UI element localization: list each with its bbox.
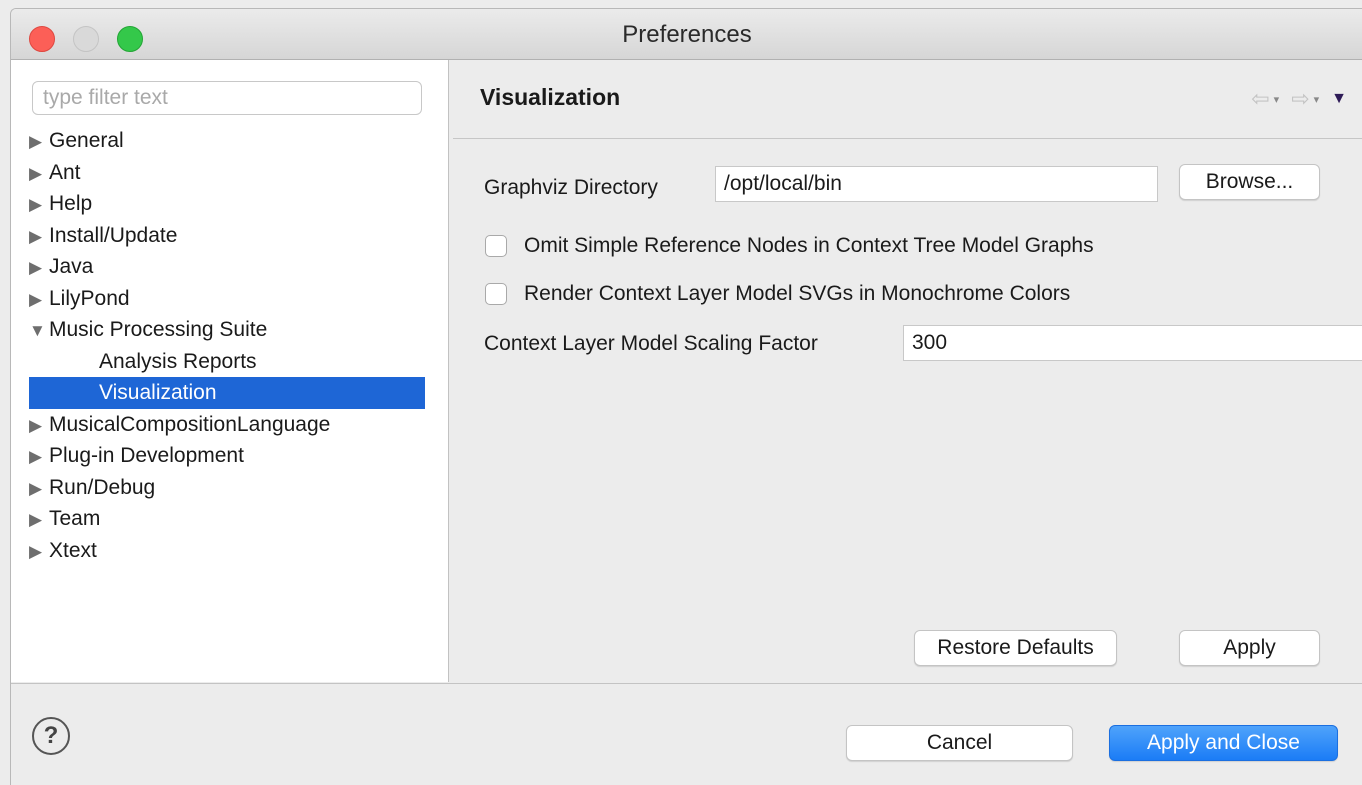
forward-dropdown-icon[interactable]: ▾ xyxy=(1314,93,1320,106)
tree-item-label: LilyPond xyxy=(49,286,130,310)
expand-arrow-icon[interactable]: ▶ xyxy=(29,441,49,473)
apply-button[interactable]: Apply xyxy=(1179,630,1320,666)
tree-item-label: Music Processing Suite xyxy=(49,318,268,341)
tree-item-general[interactable]: ▶ General xyxy=(29,125,425,157)
tree-item-help[interactable]: ▶ Help xyxy=(29,188,425,220)
page-navigation: ⇦ ▾ ⇨ ▾ ▼ xyxy=(1251,86,1347,112)
collapse-arrow-icon[interactable]: ▼ xyxy=(29,315,49,347)
tree-item-label: Ant xyxy=(49,160,81,184)
tree-item-ant[interactable]: ▶ Ant xyxy=(29,157,425,189)
tree-item-run-debug[interactable]: ▶ Run/Debug xyxy=(29,472,425,504)
monochrome-svg-label: Render Context Layer Model SVGs in Monoc… xyxy=(524,282,1071,305)
dialog-footer: ? Cancel Apply and Close xyxy=(11,683,1362,785)
tree-item-team[interactable]: ▶ Team xyxy=(29,503,425,535)
omit-reference-nodes-label: Omit Simple Reference Nodes in Context T… xyxy=(524,234,1094,257)
tree-item-analysis-reports[interactable]: Analysis Reports xyxy=(29,346,425,378)
tree-item-plug-in-development[interactable]: ▶ Plug-in Development xyxy=(29,440,425,472)
tree-item-label: Visualization xyxy=(99,381,217,404)
preference-page: Visualization ⇦ ▾ ⇨ ▾ ▼ Graphviz Directo… xyxy=(453,60,1362,682)
expand-arrow-icon[interactable]: ▶ xyxy=(29,410,49,442)
tree-item-label: Plug-in Development xyxy=(49,444,244,467)
tree-item-label: Run/Debug xyxy=(49,475,156,499)
tree-item-label: Xtext xyxy=(49,538,97,562)
expand-arrow-icon[interactable]: ▶ xyxy=(29,473,49,505)
tree-item-label: Help xyxy=(49,192,93,215)
tree-item-label: Analysis Reports xyxy=(99,349,257,373)
page-header: Visualization ⇦ ▾ ⇨ ▾ ▼ xyxy=(453,60,1362,139)
tree-item-music-processing-suite[interactable]: ▼ Music Processing Suite xyxy=(29,314,425,346)
expand-arrow-icon[interactable]: ▶ xyxy=(29,284,49,316)
expand-arrow-icon[interactable]: ▶ xyxy=(29,221,49,253)
help-icon[interactable]: ? xyxy=(32,717,70,755)
scaling-factor-label: Context Layer Model Scaling Factor xyxy=(484,332,818,355)
title-bar[interactable]: Preferences xyxy=(11,9,1362,60)
view-menu-icon[interactable]: ▼ xyxy=(1331,90,1347,108)
apply-and-close-button[interactable]: Apply and Close xyxy=(1109,725,1338,761)
monochrome-svg-checkbox[interactable] xyxy=(485,283,507,305)
back-arrow-icon[interactable]: ⇦ xyxy=(1251,86,1269,112)
expand-arrow-icon[interactable]: ▶ xyxy=(29,536,49,568)
expand-arrow-icon[interactable]: ▶ xyxy=(29,504,49,536)
filter-input[interactable] xyxy=(32,81,422,115)
omit-reference-nodes-checkbox[interactable] xyxy=(485,235,507,257)
tree-item-label: MusicalCompositionLanguage xyxy=(49,412,331,436)
tree-item-label: Team xyxy=(49,507,101,530)
tree-item-label: General xyxy=(49,129,124,152)
expand-arrow-icon[interactable]: ▶ xyxy=(29,189,49,221)
tree-item-visualization[interactable]: Visualization xyxy=(29,377,425,409)
expand-arrow-icon[interactable]: ▶ xyxy=(29,252,49,284)
tree-item-label: Java xyxy=(49,255,94,278)
window-title: Preferences xyxy=(622,21,752,48)
tree-item-xtext[interactable]: ▶ Xtext xyxy=(29,535,425,567)
back-dropdown-icon[interactable]: ▾ xyxy=(1274,93,1280,106)
expand-arrow-icon[interactable]: ▶ xyxy=(29,126,49,158)
restore-defaults-button[interactable]: Restore Defaults xyxy=(914,630,1117,666)
tree-item-musical-composition-language[interactable]: ▶ MusicalCompositionLanguage xyxy=(29,409,425,441)
browse-button[interactable]: Browse... xyxy=(1179,164,1320,200)
page-title: Visualization xyxy=(480,84,621,110)
tree-item-java[interactable]: ▶ Java xyxy=(29,251,425,283)
forward-arrow-icon[interactable]: ⇨ xyxy=(1291,86,1309,112)
omit-reference-nodes-option[interactable]: Omit Simple Reference Nodes in Context T… xyxy=(485,234,1094,258)
preferences-tree: ▶ General ▶ Ant ▶ Help ▶ Install/Update ▶ Jav… xyxy=(29,125,425,566)
expand-arrow-icon[interactable]: ▶ xyxy=(29,158,49,190)
tree-item-label: Install/Update xyxy=(49,223,178,247)
tree-item-lilypond[interactable]: ▶ LilyPond xyxy=(29,283,425,315)
tree-item-install-update[interactable]: ▶ Install/Update xyxy=(29,220,425,252)
graphviz-directory-label: Graphviz Directory xyxy=(484,176,658,199)
graphviz-directory-field[interactable] xyxy=(715,166,1158,202)
monochrome-svg-option[interactable]: Render Context Layer Model SVGs in Monoc… xyxy=(485,282,1070,306)
preferences-window: Preferences ▶General ▶Ant ▶Help ▶Install… xyxy=(10,8,1362,785)
preferences-sidebar: ▶General ▶Ant ▶Help ▶Install/Update ▶Jav… xyxy=(11,60,449,682)
cancel-button[interactable]: Cancel xyxy=(846,725,1073,761)
scaling-factor-field[interactable] xyxy=(903,325,1362,361)
